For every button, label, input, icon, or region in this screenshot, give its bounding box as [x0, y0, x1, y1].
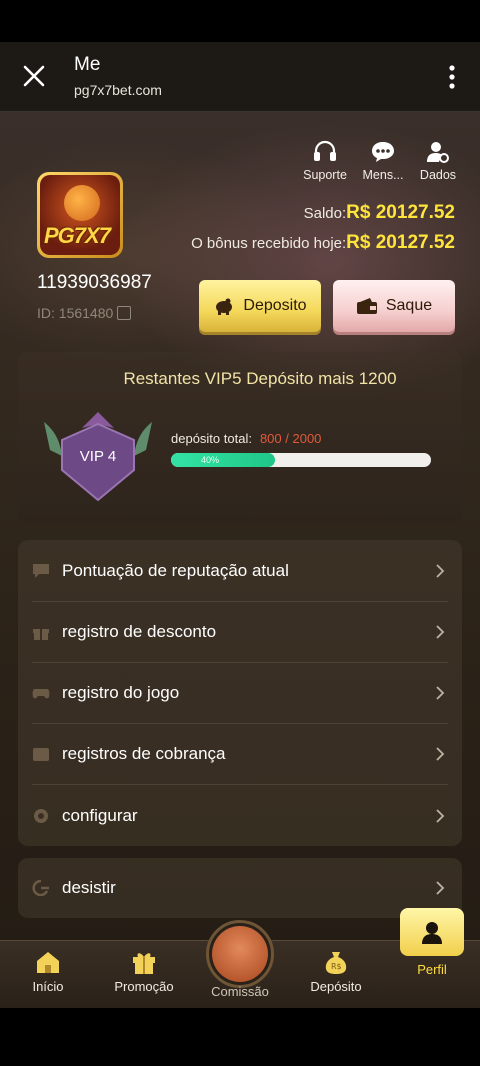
messages-button[interactable]: Mens...: [353, 140, 413, 182]
data-button[interactable]: Dados: [408, 140, 468, 182]
support-label: Suporte: [303, 168, 347, 182]
vip-progress-label: 40%: [201, 455, 220, 465]
headset-icon: [314, 140, 336, 161]
page-url: pg7x7bet.com: [74, 82, 162, 98]
withdraw-button[interactable]: Saque: [333, 280, 455, 332]
tab-perfil[interactable]: [400, 908, 464, 956]
close-icon[interactable]: [20, 62, 48, 90]
app-bar: Me pg7x7bet.com: [0, 42, 480, 112]
chevron-right-icon: [436, 624, 445, 639]
menu-item-label: registro de desconto: [62, 621, 217, 641]
more-menu-icon[interactable]: [448, 64, 456, 90]
tab-promocao[interactable]: Promoção: [96, 949, 192, 994]
vip-badge: VIP 4: [40, 410, 156, 502]
tab-deposito[interactable]: R$ Depósito: [288, 949, 384, 994]
copy-icon[interactable]: [117, 306, 132, 320]
tab-promocao-label: Promoção: [114, 979, 174, 994]
menu-item-game-record[interactable]: registro do jogo: [18, 662, 462, 723]
user-id-text: ID: 1561480: [37, 305, 114, 321]
reputation-icon: [33, 563, 49, 578]
menu-item-label: registros de cobrança: [62, 743, 226, 763]
cash-icon: [212, 926, 268, 982]
menu-item-billing[interactable]: registros de cobrança: [18, 723, 462, 784]
chevron-right-icon: [436, 563, 445, 578]
wallet-icon: [356, 298, 377, 314]
page-title: Me: [74, 54, 101, 75]
person-icon: [422, 922, 442, 944]
menu-list: Pontuação de reputação atual registro de…: [18, 540, 462, 846]
balance-value: R$ 20127.52: [346, 202, 455, 223]
logout-icon: [32, 880, 49, 896]
deposit-total: depósito total: 800 / 2000: [171, 431, 321, 446]
profile-page: Suporte Mens... Dados PG7X7 11939036987 …: [0, 112, 480, 1008]
logout-row[interactable]: desistir: [18, 858, 462, 918]
menu-item-label: configurar: [62, 805, 138, 825]
tiger-mascot-icon: [64, 185, 100, 221]
user-settings-icon: [427, 142, 449, 163]
status-bar: [0, 0, 480, 42]
money-bag-icon: R$: [325, 952, 347, 974]
vip-progress-bar: 40%: [171, 453, 431, 467]
home-icon: [37, 952, 59, 973]
tab-deposito-label: Depósito: [310, 979, 362, 994]
chevron-right-icon: [436, 685, 445, 700]
user-id: ID: 1561480: [37, 305, 132, 321]
tab-comissao-label: Comissão: [211, 984, 269, 999]
tab-inicio-label: Início: [32, 979, 64, 994]
balance-label: Saldo:: [303, 205, 347, 222]
logout-item[interactable]: desistir: [18, 858, 462, 918]
chevron-right-icon: [436, 881, 445, 895]
gamepad-icon: [32, 688, 50, 698]
svg-text:R$: R$: [331, 962, 342, 971]
tab-inicio[interactable]: Início: [0, 949, 96, 994]
bonus-label: O bônus recebido hoje:: [191, 235, 347, 252]
deposit-label: Deposito: [243, 297, 307, 314]
gift-icon: [33, 628, 49, 640]
deposit-total-value: 800 / 2000: [259, 431, 322, 446]
message-icon: [372, 142, 394, 162]
user-phone: 11939036987: [37, 272, 152, 293]
bonus-today: O bônus recebido hoje:R$ 20127.52: [191, 232, 455, 254]
piggy-bank-icon: [216, 298, 233, 315]
data-label: Dados: [419, 168, 457, 182]
commission-button[interactable]: [206, 920, 274, 988]
chevron-right-icon: [436, 746, 445, 761]
menu-item-label: registro do jogo: [62, 682, 180, 702]
balance: Saldo:R$ 20127.52: [304, 202, 455, 224]
deposit-button[interactable]: Deposito: [199, 280, 321, 332]
brand-logo: PG7X7: [37, 172, 123, 258]
chevron-right-icon: [436, 808, 445, 823]
support-button[interactable]: Suporte: [295, 140, 355, 182]
billing-icon: [33, 747, 49, 761]
vip-header: Restantes VIP5 Depósito mais 1200: [123, 369, 397, 388]
messages-label: Mens...: [362, 168, 404, 182]
vip-card: Restantes VIP5 Depósito mais 1200 VIP 4 …: [18, 352, 462, 524]
menu-item-discount[interactable]: registro de desconto: [18, 601, 462, 662]
menu-item-reputation[interactable]: Pontuação de reputação atual: [18, 540, 462, 601]
bonus-value: R$ 20127.52: [346, 232, 455, 253]
gift-icon: [133, 953, 155, 974]
system-nav-bar: [0, 1008, 480, 1066]
deposit-total-label: depósito total:: [171, 431, 252, 446]
vip-level: VIP 4: [79, 448, 117, 465]
logo-text: PG7X7: [44, 223, 111, 248]
logout-label: desistir: [62, 878, 116, 897]
menu-item-label: Pontuação de reputação atual: [62, 560, 289, 580]
menu-item-settings[interactable]: configurar: [18, 785, 462, 846]
settings-icon: [34, 808, 48, 823]
withdraw-label: Saque: [385, 297, 433, 314]
vip-progress-fill: [171, 453, 275, 467]
tab-perfil-label: Perfil: [417, 962, 447, 977]
